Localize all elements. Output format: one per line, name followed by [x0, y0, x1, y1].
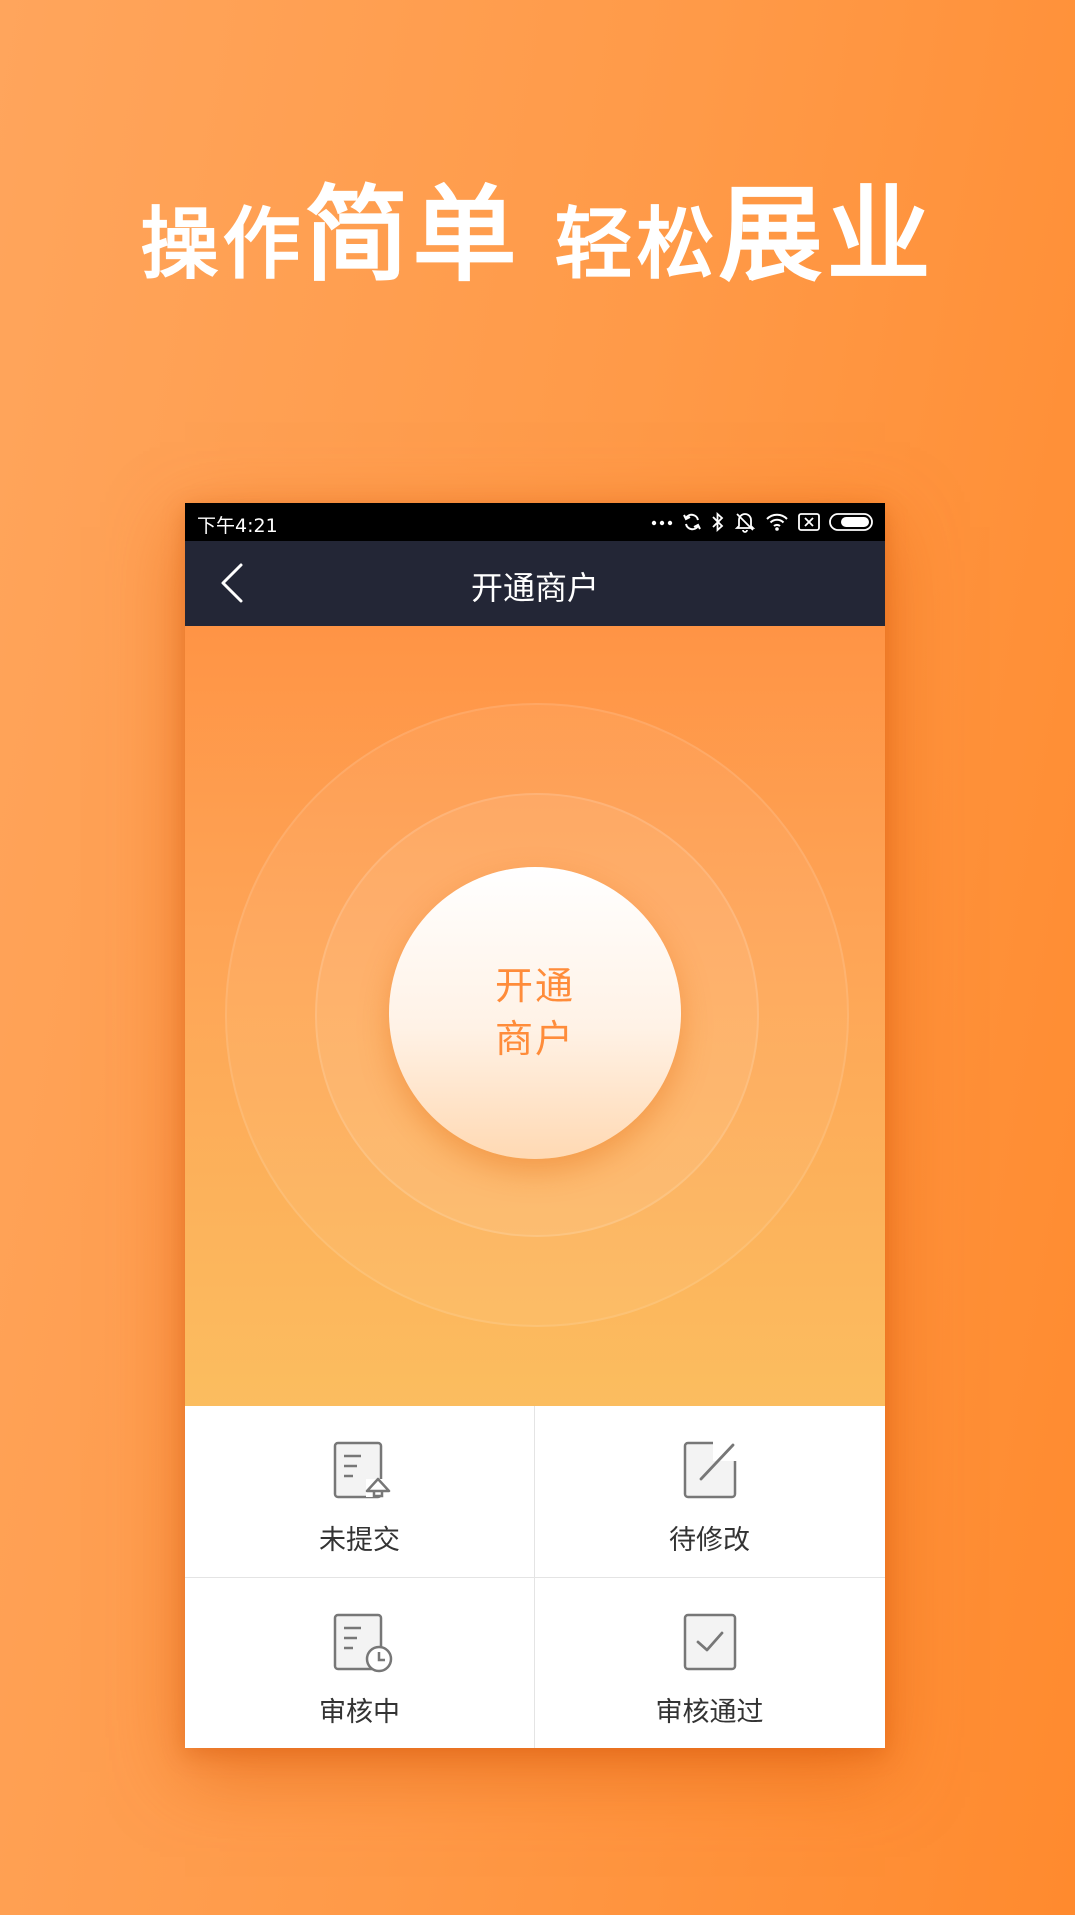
more-dots-icon: [651, 520, 673, 526]
nav-bar: 开通商户: [185, 541, 885, 626]
grid-item-label: 审核通过: [655, 1697, 764, 1728]
wifi-icon: [766, 513, 788, 531]
grid-item-label: 未提交: [319, 1525, 400, 1556]
grid-item-label: 审核中: [319, 1697, 400, 1728]
headline-part-4: 展业: [718, 174, 935, 296]
document-upload-icon: [333, 1441, 391, 1499]
open-merchant-label: 开通 商户: [485, 960, 585, 1066]
status-bar: 下午4:21: [185, 503, 885, 541]
status-icons: [651, 508, 875, 536]
grid-item-pending-edit[interactable]: 待修改: [535, 1406, 884, 1577]
grid-item-reviewing[interactable]: 审核中: [185, 1578, 534, 1748]
grid-item-label: 待修改: [669, 1525, 750, 1556]
battery-icon: [829, 513, 873, 531]
document-clock-icon: [333, 1613, 393, 1673]
hero-area: 开通 商户: [185, 626, 885, 1406]
alarm-off-icon: [734, 513, 756, 533]
bluetooth-icon: [712, 511, 724, 533]
phone-mockup: 下午4:21 开通商户 开通 商户 未提交 待修改 审核中 审核通过: [185, 503, 885, 1748]
grid-item-approved[interactable]: 审核通过: [535, 1578, 884, 1748]
checkbox-check-icon: [683, 1613, 737, 1671]
status-time: 下午4:21: [197, 515, 278, 537]
grid-item-unsubmitted[interactable]: 未提交: [185, 1406, 534, 1577]
headline-part-2: 简单: [304, 174, 521, 296]
button-label-line-1: 开通: [494, 964, 575, 1008]
sync-icon: [683, 513, 701, 531]
headline-part-3: 轻松: [554, 200, 719, 290]
button-label-line-2: 商户: [494, 1017, 575, 1061]
no-sim-icon: [798, 513, 820, 531]
page-title: 开通商户: [470, 569, 599, 607]
edit-square-icon: [683, 1439, 743, 1499]
open-merchant-button[interactable]: 开通 商户: [389, 867, 681, 1159]
status-grid: 未提交 待修改 审核中 审核通过: [185, 1406, 885, 1748]
promo-headline: 操作简单 轻松展业: [0, 150, 1075, 296]
headline-part-1: 操作: [140, 200, 305, 290]
